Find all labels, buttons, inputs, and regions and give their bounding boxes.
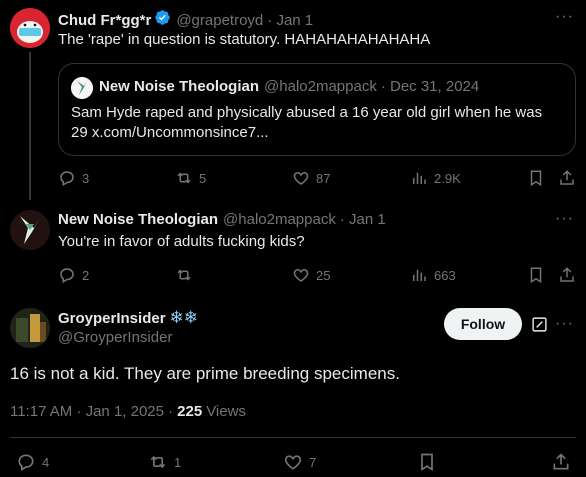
view-count: 663 bbox=[434, 267, 456, 283]
more-options-icon[interactable]: ··· bbox=[555, 210, 574, 228]
quote-text: Sam Hyde raped and physically abused a 1… bbox=[71, 104, 543, 141]
grok-icon[interactable] bbox=[531, 316, 548, 338]
repost-icon bbox=[177, 172, 191, 184]
share-icon bbox=[560, 170, 574, 185]
analytics-icon bbox=[413, 269, 426, 281]
handle[interactable]: @GroyperInsider bbox=[58, 329, 172, 346]
tweet-3-header: GroyperInsider ❄❄ bbox=[58, 308, 198, 328]
bookmark-button[interactable] bbox=[527, 169, 545, 187]
quote-timestamp: · Dec 31, 2024 bbox=[380, 78, 480, 95]
share-icon bbox=[553, 453, 569, 470]
reply-button[interactable]: 2 bbox=[58, 266, 89, 284]
reply-icon bbox=[60, 268, 74, 284]
tweet-text: 16 is not a kid. They are prime breeding… bbox=[10, 364, 400, 383]
like-count: 25 bbox=[316, 267, 331, 283]
share-icon bbox=[560, 267, 574, 282]
bookmark-button[interactable] bbox=[417, 452, 437, 472]
repost-icon bbox=[177, 269, 191, 281]
avatar-theologian-small bbox=[71, 77, 93, 99]
quote-display-name: New Noise Theologian bbox=[99, 78, 260, 95]
handle[interactable]: @halo2mappack bbox=[223, 211, 336, 228]
bookmark-icon bbox=[421, 453, 433, 472]
reply-button[interactable]: 3 bbox=[58, 169, 89, 187]
display-name[interactable]: GroyperInsider bbox=[58, 310, 166, 327]
views-button[interactable]: 663 bbox=[410, 266, 456, 284]
handle[interactable]: @grapetroyd bbox=[176, 12, 263, 29]
repost-button[interactable] bbox=[175, 266, 199, 284]
reply-button[interactable]: 4 bbox=[16, 452, 49, 472]
tweet-timestamp-row: 11:17 AM · Jan 1, 2025 · 225 Views bbox=[10, 403, 246, 420]
tweet-text: You're in favor of adults fucking kids? bbox=[58, 233, 305, 250]
share-button[interactable] bbox=[558, 266, 576, 284]
heart-icon bbox=[293, 268, 309, 282]
views-label: Views bbox=[206, 403, 246, 420]
timestamp[interactable]: · Jan 1 bbox=[340, 211, 386, 228]
thread-line bbox=[29, 52, 31, 200]
avatar-groyperinsider[interactable] bbox=[10, 308, 50, 348]
avatar-chud[interactable] bbox=[10, 8, 50, 48]
repost-icon bbox=[150, 455, 166, 469]
like-count: 87 bbox=[316, 170, 331, 186]
more-options-icon[interactable]: ··· bbox=[555, 315, 574, 333]
share-button[interactable] bbox=[558, 169, 576, 187]
bookmark-icon bbox=[530, 170, 542, 187]
reply-count: 3 bbox=[82, 170, 90, 186]
views-count: 225 bbox=[177, 403, 203, 420]
reply-icon bbox=[18, 454, 34, 471]
bookmark-button[interactable] bbox=[527, 266, 545, 284]
display-name[interactable]: Chud Fr*gg*r bbox=[58, 12, 151, 29]
analytics-icon bbox=[413, 172, 426, 184]
tweet-time[interactable]: 11:17 AM · Jan 1, 2025 · bbox=[10, 403, 173, 420]
divider bbox=[10, 437, 576, 438]
repost-button[interactable]: 5 bbox=[175, 169, 206, 187]
more-options-icon[interactable]: ··· bbox=[555, 8, 574, 26]
repost-button[interactable]: 1 bbox=[148, 452, 181, 472]
bookmark-icon bbox=[530, 267, 542, 284]
views-button[interactable]: 2.9K bbox=[410, 169, 461, 187]
avatar-theologian[interactable] bbox=[10, 210, 50, 250]
like-button[interactable]: 87 bbox=[292, 169, 330, 187]
timestamp[interactable]: · Jan 1 bbox=[267, 12, 313, 29]
verified-badge-icon bbox=[154, 9, 171, 31]
quoted-tweet[interactable]: New Noise Theologian @halo2mappack · Dec… bbox=[58, 63, 576, 156]
repost-count: 5 bbox=[199, 170, 207, 186]
reply-count: 2 bbox=[82, 267, 90, 283]
quote-handle: @halo2mappack bbox=[264, 78, 377, 95]
display-name[interactable]: New Noise Theologian bbox=[58, 211, 218, 228]
follow-button[interactable]: Follow bbox=[444, 308, 522, 340]
view-count: 2.9K bbox=[434, 170, 461, 186]
tweet-2-header: New Noise Theologian @halo2mappack · Jan… bbox=[58, 211, 386, 228]
tweet-1-header: Chud Fr*gg*r @grapetroyd · Jan 1 bbox=[58, 9, 313, 31]
share-button[interactable] bbox=[551, 452, 571, 472]
like-count: 7 bbox=[309, 454, 317, 470]
like-button[interactable]: 7 bbox=[283, 452, 316, 472]
tweet-text: The 'rape' in question is statutory. HAH… bbox=[58, 31, 431, 48]
heart-icon bbox=[284, 455, 302, 470]
reply-count: 4 bbox=[42, 454, 50, 470]
repost-count: 1 bbox=[174, 454, 182, 470]
reply-icon bbox=[60, 171, 74, 187]
snowflake-icon: ❄❄ bbox=[169, 308, 199, 328]
like-button[interactable]: 25 bbox=[292, 266, 330, 284]
heart-icon bbox=[293, 171, 309, 185]
